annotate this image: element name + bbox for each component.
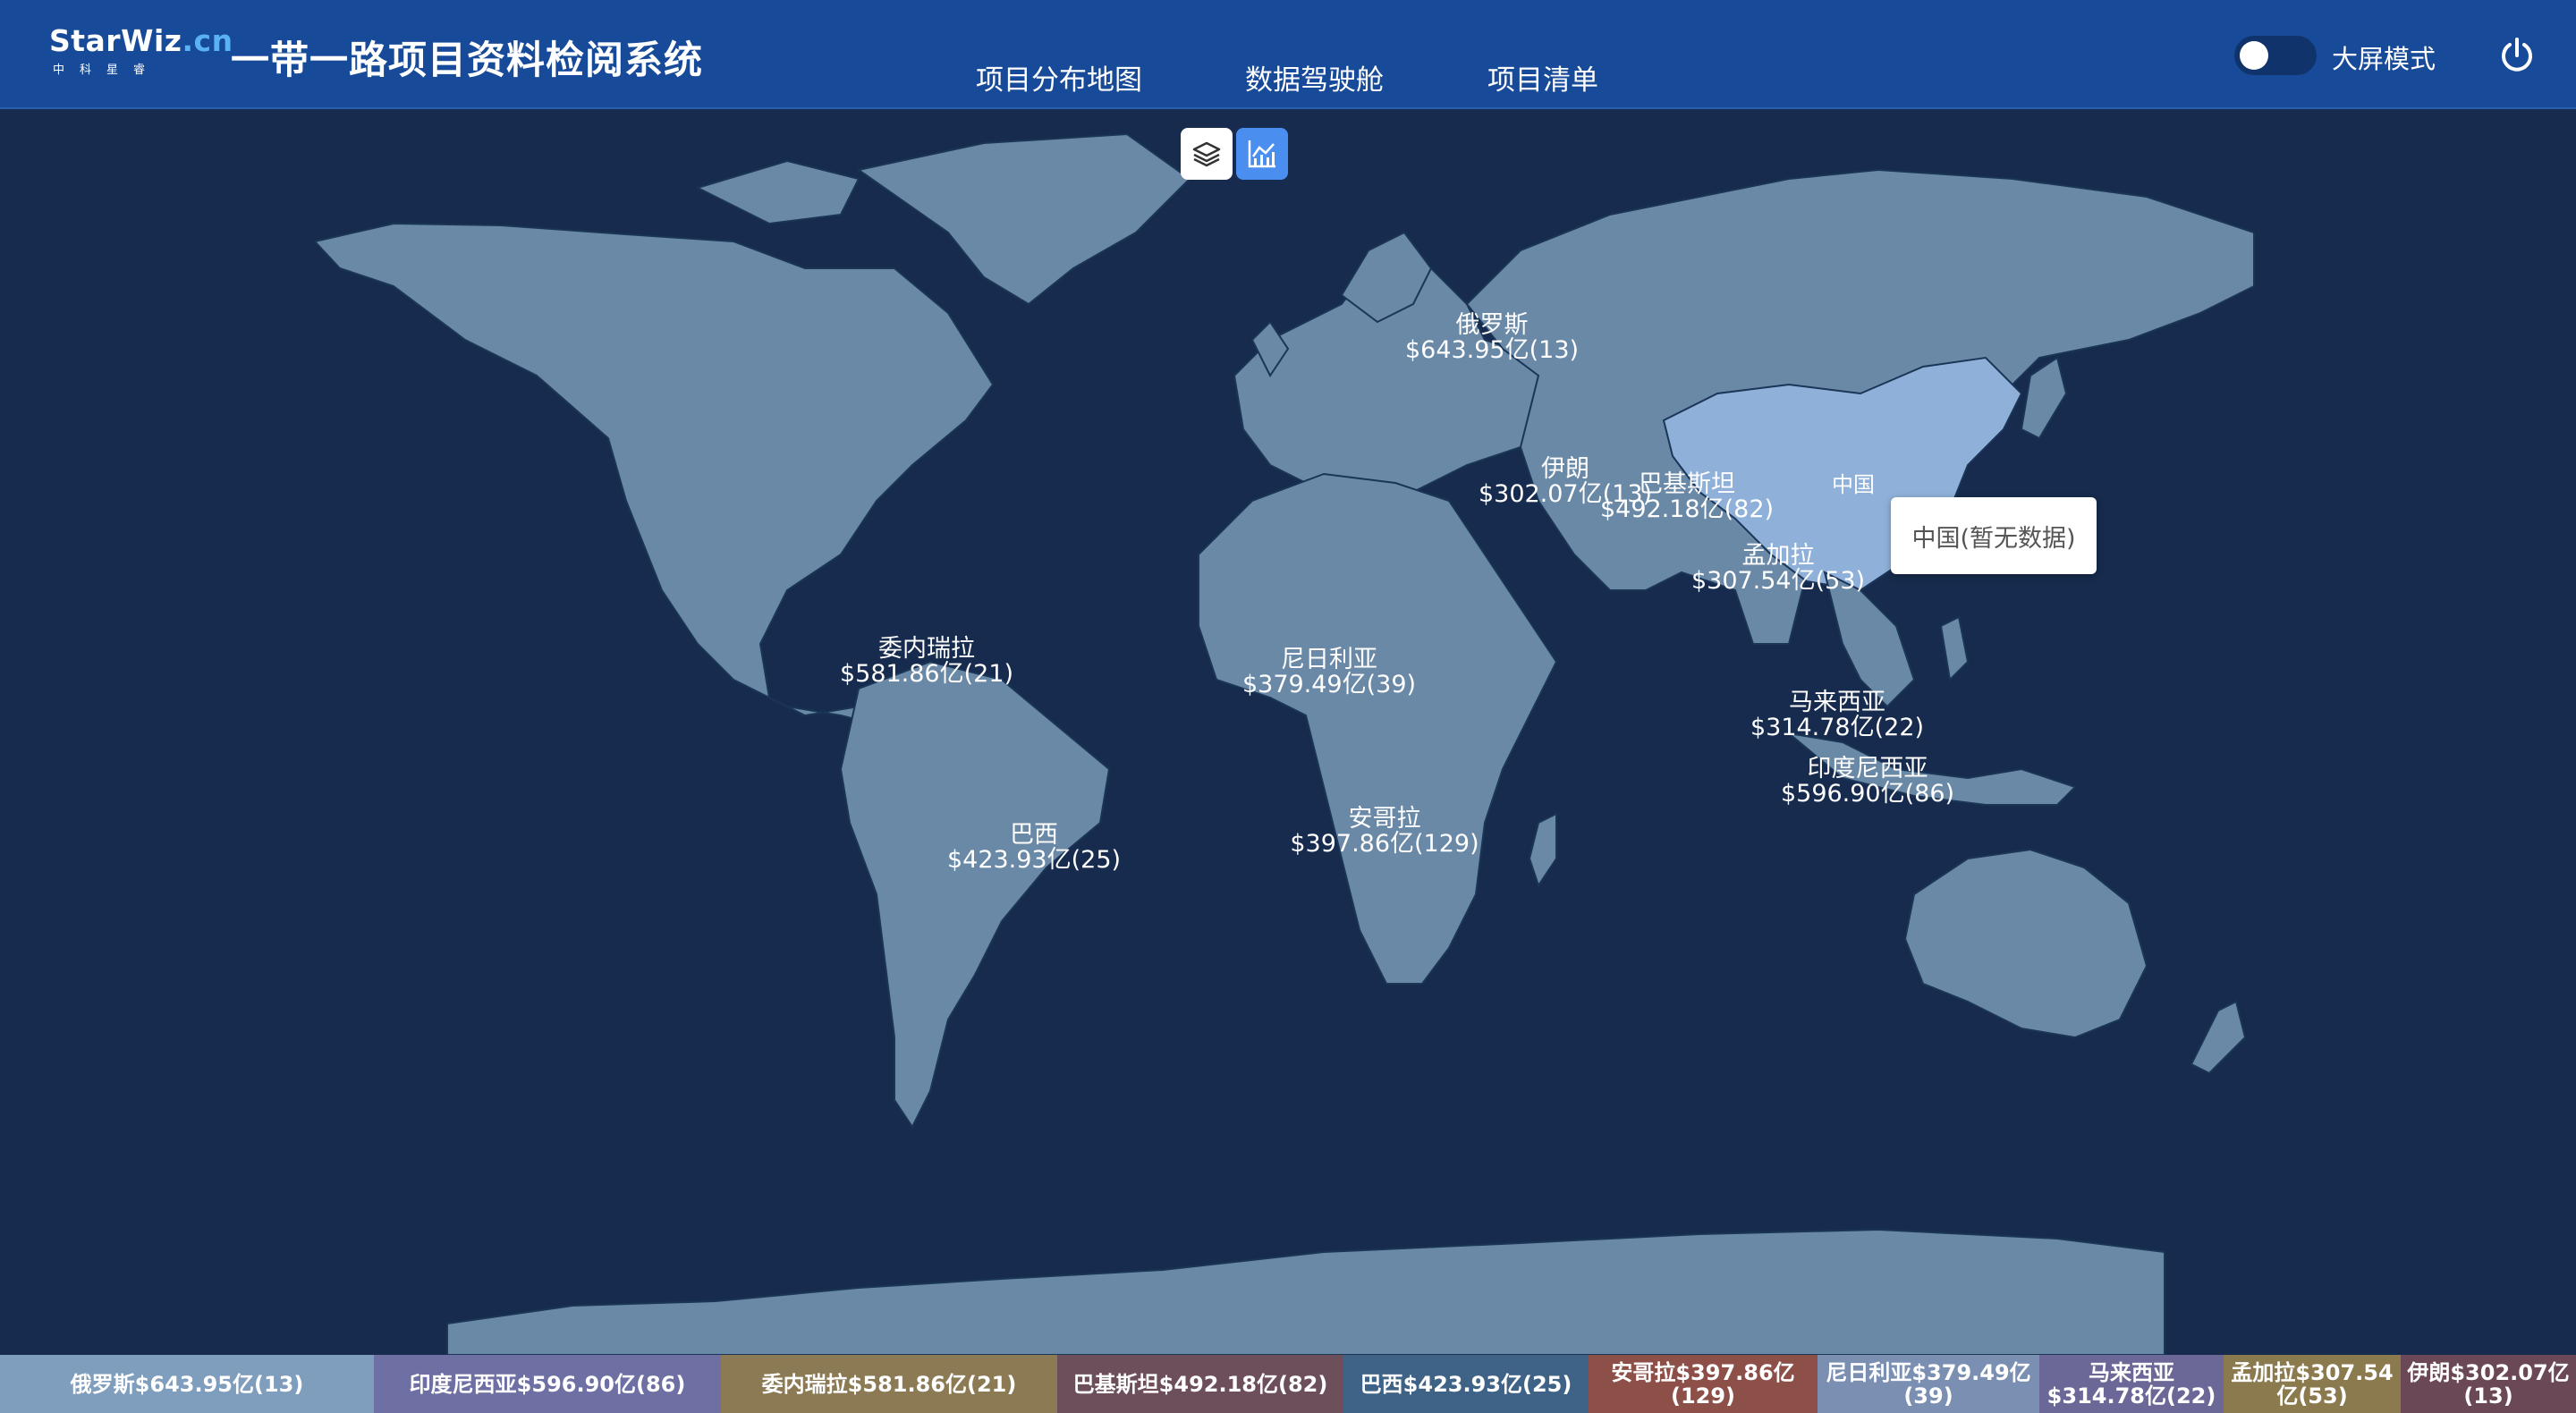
map-tooltip: 中国(暂无数据) [1891, 497, 2097, 574]
map-label-china: 中国 [1832, 472, 1875, 497]
map-label-malaysia: 马来西亚 $314.78亿(22) [1750, 690, 1924, 740]
legend-item-malaysia[interactable]: 马来西亚$314.78亿(22) [2039, 1355, 2224, 1413]
map-label-nigeria: 尼日利亚 $379.49亿(39) [1242, 647, 1416, 698]
country-name: 俄罗斯 [1455, 311, 1529, 339]
chart-icon [1248, 140, 1275, 168]
map-label-indonesia: 印度尼西亚 $596.90亿(86) [1781, 757, 1954, 807]
country-name: 尼日利亚 [1280, 646, 1377, 673]
legend-item-label: 委内瑞拉$581.86亿(21) [761, 1371, 1017, 1397]
legend-item-venezuela[interactable]: 委内瑞拉$581.86亿(21) [721, 1355, 1057, 1413]
app-title: 一带一路项目资料检阅系统 [231, 38, 703, 83]
legend-item-iran[interactable]: 伊朗$302.07亿(13) [2401, 1355, 2576, 1413]
country-name: 安哥拉 [1348, 805, 1421, 833]
logo-wordmark: StarWiz.cn [49, 23, 233, 58]
map-label-bangladesh: 孟加拉 $307.54亿(53) [1691, 544, 1865, 594]
world-map[interactable] [0, 109, 2576, 1355]
country-value: $314.78亿(22) [1750, 714, 1925, 741]
country-value: $307.54亿(53) [1690, 567, 1866, 595]
legend-item-indonesia[interactable]: 印度尼西亚$596.90亿(86) [374, 1355, 721, 1413]
legend-item-label: 伊朗$302.07亿(13) [2407, 1359, 2570, 1409]
country-name: 孟加拉 [1741, 542, 1815, 570]
nav-project-list[interactable]: 项目清单 [1487, 57, 1598, 97]
country-name: 巴西 [1009, 821, 1058, 849]
legend-item-label: 尼日利亚$379.49亿(39) [1826, 1359, 2031, 1409]
map-label-pakistan: 巴基斯坦 $492.18亿(82) [1600, 472, 1774, 522]
country-value: $397.86亿(129) [1290, 830, 1479, 858]
africa [1198, 472, 1558, 985]
country-value: $492.18亿(82) [1599, 495, 1775, 523]
legend-item-label: 巴基斯坦$492.18亿(82) [1072, 1371, 1328, 1397]
map-label-venezuela: 委内瑞拉 $581.86亿(21) [840, 637, 1013, 687]
antarctica [446, 1228, 2165, 1355]
top-header: StarWiz.cn 中科星睿 一带一路项目资料检阅系统 项目分布地图 数据驾驶… [0, 0, 2576, 109]
country-name: 马来西亚 [1788, 689, 1885, 716]
philippines [1939, 615, 1970, 682]
layers-button[interactable] [1181, 128, 1233, 180]
arctic-islands [695, 159, 860, 225]
toggle-knob [2240, 41, 2268, 70]
legend-item-label: 安哥拉$397.86亿(129) [1611, 1359, 1795, 1409]
bigscreen-toggle[interactable] [2234, 36, 2317, 75]
chart-button[interactable] [1236, 128, 1288, 180]
nav-data-cockpit[interactable]: 数据驾驶舱 [1245, 57, 1384, 97]
legend-item-russia[interactable]: 俄罗斯$643.95亿(13) [0, 1355, 374, 1413]
country-value: $423.93亿(25) [946, 846, 1122, 874]
country-value: $581.86亿(21) [839, 660, 1014, 688]
legend-item-bangladesh[interactable]: 孟加拉$307.54亿(53) [2224, 1355, 2401, 1413]
logo-subtitle: 中科星睿 [53, 63, 161, 77]
logo-main-text: StarWiz [49, 23, 182, 58]
legend-item-label: 俄罗斯$643.95亿(13) [70, 1371, 304, 1397]
bigscreen-label: 大屏模式 [2332, 44, 2436, 74]
legend-item-angola[interactable]: 安哥拉$397.86亿(129) [1589, 1355, 1818, 1413]
country-name: 巴基斯坦 [1638, 470, 1735, 498]
new-zealand [2190, 1000, 2247, 1075]
nav-project-map[interactable]: 项目分布地图 [976, 57, 1142, 97]
australia [1903, 848, 2148, 1039]
country-value: $379.49亿(39) [1241, 671, 1417, 698]
south-america [839, 660, 1111, 1129]
country-name: 委内瑞拉 [877, 635, 975, 663]
greenland [856, 132, 1191, 306]
starwiz-logo: StarWiz.cn 中科星睿 [49, 23, 233, 77]
legend-item-label: 马来西亚$314.78亿(22) [2046, 1359, 2216, 1409]
logo-suffix-text: .cn [182, 23, 233, 58]
legend-item-label: 巴西$423.93亿(25) [1360, 1371, 1572, 1397]
map-label-brazil: 巴西 $423.93亿(25) [947, 823, 1121, 873]
legend-item-label: 孟加拉$307.54亿(53) [2231, 1359, 2394, 1409]
map-label-russia: 俄罗斯 $643.95亿(13) [1405, 313, 1579, 363]
layers-icon [1192, 141, 1221, 167]
power-icon[interactable] [2496, 34, 2538, 77]
legend-bar: 俄罗斯$643.95亿(13) 印度尼西亚$596.90亿(86) 委内瑞拉$5… [0, 1355, 2576, 1413]
country-value: $596.90亿(86) [1780, 780, 1955, 808]
legend-item-brazil[interactable]: 巴西$423.93亿(25) [1343, 1355, 1589, 1413]
country-name: 印度尼西亚 [1807, 755, 1928, 783]
legend-item-nigeria[interactable]: 尼日利亚$379.49亿(39) [1818, 1355, 2039, 1413]
country-value: $643.95亿(13) [1404, 336, 1580, 364]
legend-item-pakistan[interactable]: 巴基斯坦$492.18亿(82) [1057, 1355, 1343, 1413]
map-label-angola: 安哥拉 $397.86亿(129) [1290, 807, 1479, 857]
madagascar [1528, 812, 1557, 888]
legend-item-label: 印度尼西亚$596.90亿(86) [409, 1371, 686, 1397]
